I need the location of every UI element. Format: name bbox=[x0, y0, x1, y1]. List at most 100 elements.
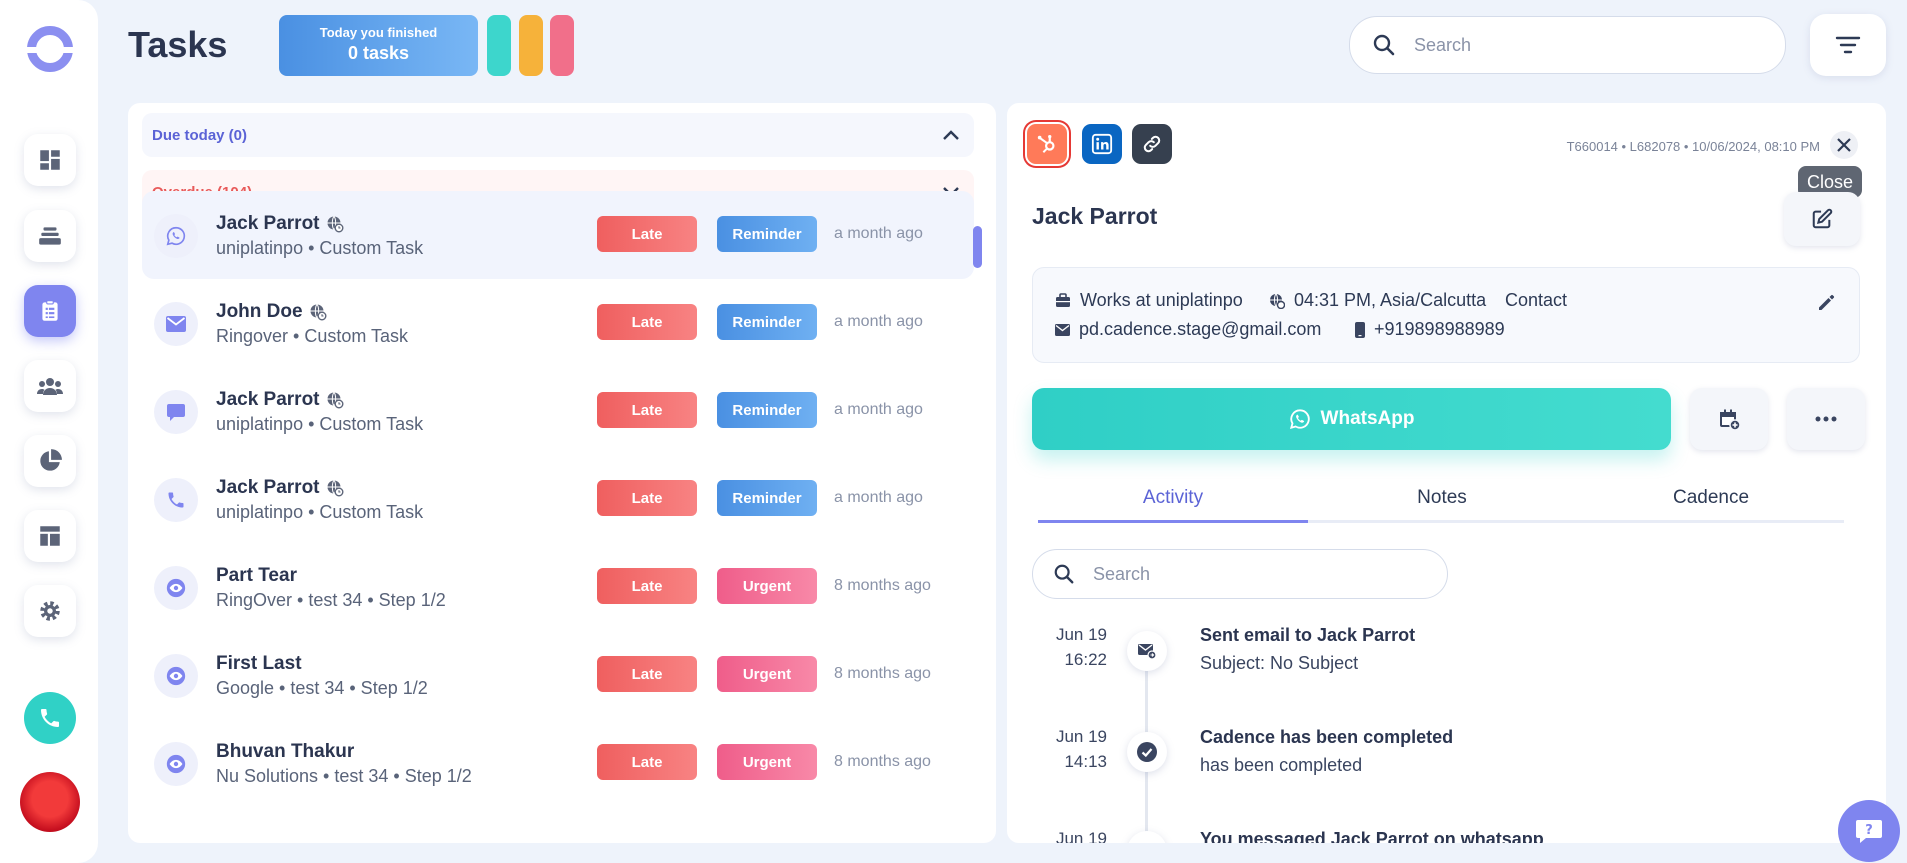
task-due-time: 8 months ago bbox=[834, 577, 931, 594]
summary-pill-pink[interactable] bbox=[550, 15, 574, 76]
schedule-button[interactable] bbox=[1690, 388, 1768, 450]
help-button[interactable]: ? bbox=[1838, 800, 1900, 862]
late-badge: Late bbox=[597, 392, 697, 428]
activity-date: Jun 19 bbox=[1055, 625, 1107, 644]
whatsapp-button[interactable]: WhatsApp bbox=[1032, 388, 1671, 450]
search-input[interactable] bbox=[1414, 34, 1714, 56]
task-lead-name-text: First Last bbox=[216, 653, 302, 674]
active-tab-indicator bbox=[1038, 520, 1308, 523]
task-lead-name: Jack Parrot bbox=[216, 477, 344, 499]
task-subtitle: Ringover • Custom Task bbox=[216, 326, 409, 346]
user-avatar[interactable] bbox=[20, 772, 80, 832]
task-subtitle: Google • test 34 • Step 1/2 bbox=[216, 678, 428, 698]
task-row[interactable]: Bhuvan Thakur Nu Solutions • test 34 • St… bbox=[142, 719, 974, 807]
activity-title: Cadence has been completed bbox=[1200, 727, 1454, 747]
nav-tasks[interactable] bbox=[24, 285, 76, 337]
finished-tasks-card: Today you finished 0 tasks bbox=[279, 15, 478, 76]
task-lead-name: John Doe bbox=[216, 301, 327, 323]
templates-icon bbox=[40, 526, 60, 546]
task-due-time: a month ago bbox=[834, 401, 923, 418]
nav-dashboard[interactable] bbox=[24, 134, 76, 186]
activity-subtitle: has been completed bbox=[1200, 755, 1363, 775]
tab-notes[interactable]: Notes bbox=[1307, 487, 1577, 509]
task-lead-name: First Last bbox=[216, 653, 302, 675]
task-list-panel: Due today (0) Overdue (104) Jack Parrotu… bbox=[128, 103, 996, 843]
people-icon bbox=[37, 378, 63, 395]
task-row[interactable]: Jack Parrot uniplatinpo • Custom Task Late… bbox=[142, 455, 974, 543]
task-row[interactable]: Jack Parrot uniplatinpo • Custom Task Late… bbox=[142, 191, 974, 279]
late-badge: Late bbox=[597, 568, 697, 604]
logo-icon[interactable] bbox=[24, 26, 76, 72]
layers-icon bbox=[39, 227, 61, 245]
task-type-eye-icon bbox=[154, 654, 198, 698]
email-text: pd.cadence.stage@gmail.com bbox=[1079, 319, 1322, 339]
edit-icon bbox=[1812, 208, 1833, 229]
task-row[interactable]: Part Tear RingOver • test 34 • Step 1/2 La… bbox=[142, 543, 974, 631]
late-badge: Late bbox=[597, 656, 697, 692]
task-lead-name-text: Part Tear bbox=[216, 565, 297, 586]
task-subtitle: uniplatinpo • Custom Task bbox=[216, 502, 424, 522]
activity-check-dot bbox=[1127, 732, 1167, 772]
activity-date: Jun 19 bbox=[1055, 829, 1107, 843]
briefcase-icon bbox=[1056, 293, 1070, 307]
task-type-whatsapp-icon bbox=[154, 214, 198, 258]
mobile-icon bbox=[1355, 321, 1365, 338]
task-type-message-icon bbox=[154, 390, 198, 434]
page-title: Tasks bbox=[128, 24, 228, 65]
more-options-button[interactable] bbox=[1787, 388, 1865, 450]
mail-icon bbox=[1055, 323, 1070, 336]
activity-search bbox=[1032, 549, 1448, 599]
hubspot-button[interactable] bbox=[1027, 124, 1067, 164]
summary-pill-orange[interactable] bbox=[519, 15, 543, 76]
email-info[interactable]: pd.cadence.stage@gmail.com bbox=[1055, 319, 1321, 340]
filter-button[interactable] bbox=[1810, 14, 1886, 76]
link-button[interactable] bbox=[1132, 124, 1172, 164]
nav-templates[interactable] bbox=[24, 510, 76, 562]
summary-pill-teal[interactable] bbox=[487, 15, 511, 76]
activity-title: Sent email to Jack Parrot bbox=[1200, 625, 1416, 645]
close-button[interactable] bbox=[1830, 131, 1858, 159]
tab-cadence[interactable]: Cadence bbox=[1576, 487, 1846, 509]
task-lead-name: Jack Parrot bbox=[216, 389, 344, 411]
lead-info-card: Works at uniplatinpo 04:31 PM, Asia/Calc… bbox=[1032, 267, 1860, 363]
pencil-icon[interactable] bbox=[1816, 293, 1836, 313]
help-chat-icon: ? bbox=[1856, 820, 1882, 843]
task-row[interactable]: John Doe Ringover • Custom Task Late Remind… bbox=[142, 279, 974, 367]
task-lead-name: Jack Parrot bbox=[216, 213, 344, 235]
reminder-badge: Reminder bbox=[717, 480, 817, 516]
nav-reports[interactable] bbox=[24, 435, 76, 487]
edit-task-button[interactable] bbox=[1784, 192, 1860, 246]
whatsapp-icon bbox=[1137, 841, 1157, 843]
dialer-button[interactable] bbox=[24, 692, 76, 744]
task-lead-name-text: Bhuvan Thakur bbox=[216, 741, 355, 762]
nav-cadences[interactable] bbox=[24, 210, 76, 262]
task-subtitle: RingOver • test 34 • Step 1/2 bbox=[216, 590, 446, 610]
activity-time: 16:22 bbox=[1064, 650, 1107, 669]
task-type-eye-icon bbox=[154, 566, 198, 610]
urgent-badge: Urgent bbox=[717, 656, 817, 692]
due-today-label: Due today (0) bbox=[152, 126, 248, 144]
link-icon bbox=[1143, 135, 1161, 153]
reminder-badge: Reminder bbox=[717, 392, 817, 428]
tasks-icon bbox=[42, 300, 58, 321]
task-type-mail-icon bbox=[154, 302, 198, 346]
check-circle-icon bbox=[1137, 742, 1157, 762]
finished-label: Today you finished bbox=[319, 25, 438, 40]
activity-search-input[interactable] bbox=[1093, 563, 1393, 585]
list-scrollbar[interactable] bbox=[973, 226, 982, 268]
task-type-eye-icon bbox=[154, 742, 198, 786]
nav-people[interactable] bbox=[24, 360, 76, 412]
phone-info[interactable]: +919898988989 bbox=[1355, 319, 1505, 340]
linkedin-button[interactable] bbox=[1082, 124, 1122, 164]
task-row[interactable]: First Last Google • test 34 • Step 1/2 Lat… bbox=[142, 631, 974, 719]
hubspot-icon bbox=[1037, 135, 1055, 153]
nav-settings[interactable] bbox=[24, 585, 76, 637]
lead-name[interactable]: Jack Parrot bbox=[1032, 203, 1157, 230]
more-icon bbox=[1815, 416, 1837, 422]
tab-activity[interactable]: Activity bbox=[1038, 487, 1308, 509]
task-row[interactable]: Jack Parrot uniplatinpo • Custom Task Late… bbox=[142, 367, 974, 455]
calendar-add-icon bbox=[1720, 409, 1741, 431]
due-today-section[interactable]: Due today (0) bbox=[142, 113, 974, 157]
activity-subtitle: Subject: No Subject bbox=[1200, 653, 1359, 673]
task-due-time: a month ago bbox=[834, 225, 923, 242]
